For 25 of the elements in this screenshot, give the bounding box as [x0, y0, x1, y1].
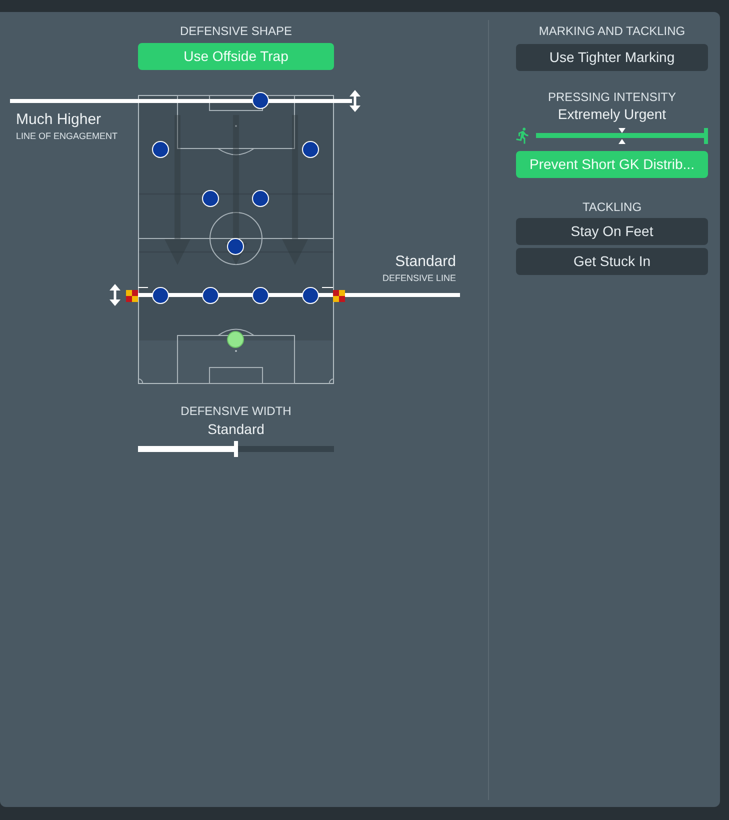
width-slider-track[interactable]	[138, 441, 334, 457]
setting-value: Standard	[206, 420, 266, 438]
setting-value: Much Higher	[16, 111, 102, 129]
setting-value: Extremely Urgent	[556, 105, 668, 123]
player-marker	[252, 92, 269, 109]
setting-label: DEFENSIVE LINE	[382, 273, 456, 284]
setting-value: Standard	[395, 253, 456, 271]
goalkeeper-marker	[227, 331, 244, 348]
section-heading: MARKING AND TACKLING	[538, 23, 686, 39]
section-heading: PRESSING INTENSITY	[546, 89, 678, 105]
section-heading: DEFENSIVE SHAPE	[178, 23, 294, 39]
offside-flag-icon	[126, 287, 148, 303]
tackling-option-button[interactable]: Get Stuck In	[516, 248, 708, 275]
default-marker-icon	[618, 128, 626, 144]
slider-thumb[interactable]	[704, 128, 708, 144]
setting-label: LINE OF ENGAGEMENT	[16, 131, 118, 142]
double-arrow-icon[interactable]	[109, 284, 121, 306]
pressing-slider-track[interactable]	[536, 128, 708, 144]
tackling-option-button[interactable]: Stay On Feet	[516, 218, 708, 245]
slider-thumb[interactable]	[234, 441, 238, 457]
offside-flag-icon	[322, 287, 345, 303]
double-arrow-icon[interactable]	[349, 90, 361, 112]
section-heading: DEFENSIVE WIDTH	[180, 403, 292, 419]
tighter-marking-button[interactable]: Use Tighter Marking	[516, 44, 708, 71]
section-heading: TACKLING	[581, 199, 643, 215]
